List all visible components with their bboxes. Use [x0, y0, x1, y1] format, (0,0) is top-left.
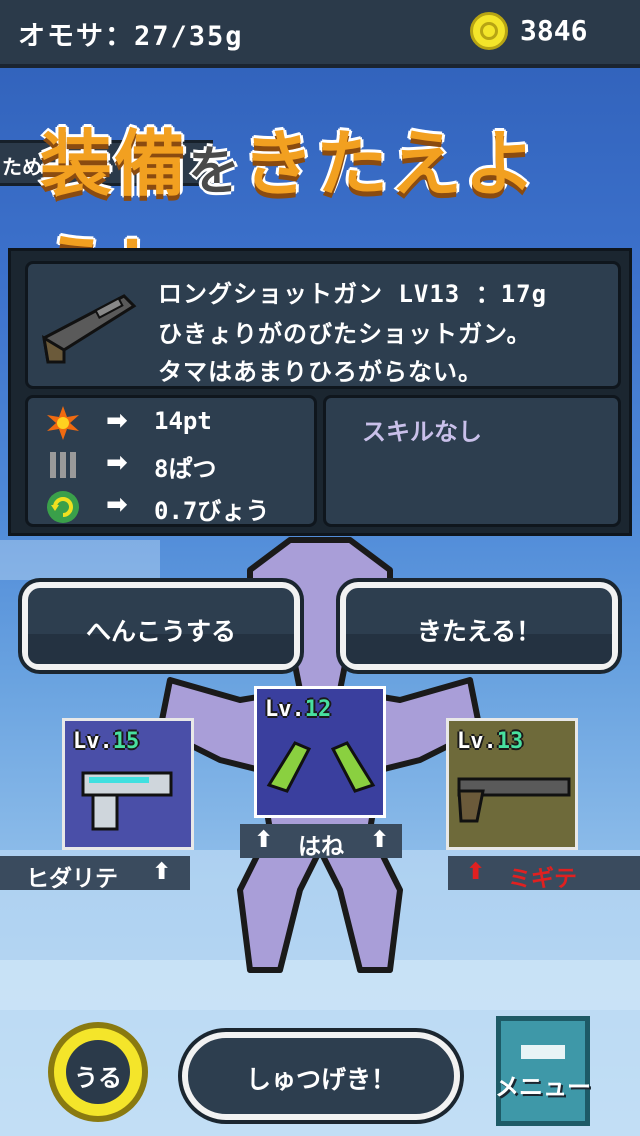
weapon-desc-1: ひきょりがのびたショットガン。: [158, 320, 532, 348]
stat-row-reload: ➡ 0.7びょう: [46, 488, 316, 526]
stats-box: ➡ 14pt ➡ 8ぱつ ➡ 0.7びょう: [25, 395, 317, 527]
slot-level: Lv.13: [457, 729, 523, 754]
slot-left-label: ヒダリテ ⬆: [0, 856, 190, 892]
shotgun-icon: [41, 294, 137, 364]
shotgun-icon: [457, 777, 571, 823]
weapon-name: ロングショットガン LV13 ：17g: [158, 280, 548, 308]
skill-box: スキルなし: [323, 395, 621, 527]
stat-row-power: ➡ 14pt: [46, 404, 316, 442]
level-number: 12: [304, 697, 332, 722]
title-part1: 装備: [38, 121, 189, 208]
explosion-icon: [47, 406, 79, 440]
slot-center-name: はね: [298, 834, 344, 860]
skill-text: スキルなし: [362, 418, 482, 446]
menu-button[interactable]: メニュー: [495, 1016, 591, 1126]
stat-row-ammo: ➡ 8ぱつ: [46, 446, 316, 484]
level-number: 13: [496, 729, 524, 754]
weight-text: オモサ：27/35g: [18, 21, 244, 52]
slot-level: Lv.12: [265, 697, 331, 722]
slot-center-label: ⬆ はね ⬆: [240, 824, 402, 860]
arrow-up-icon: ⬆: [466, 859, 486, 885]
arrow-right-icon: ➡: [106, 448, 128, 478]
coin-icon: [470, 12, 508, 50]
weapon-description-box: ロングショットガン LV13 ：17g ひきょりがのびたショットガン。 タマはあ…: [25, 261, 621, 389]
pistol-icon: [81, 771, 173, 831]
menu-button-label: メニュー: [495, 1073, 591, 1101]
stat-reload: 0.7びょう: [154, 497, 270, 525]
slot-right-hand[interactable]: Lv.13: [446, 718, 578, 850]
level-prefix: Lv.: [73, 729, 113, 754]
sortie-button[interactable]: しゅつげき！: [182, 1032, 460, 1120]
slot-left-name: ヒダリテ: [26, 866, 118, 892]
arrow-right-icon: ➡: [106, 406, 128, 436]
weapon-desc-2: タマはあまりひろがらない。: [158, 358, 483, 386]
stat-power: 14pt: [154, 407, 212, 435]
level-prefix: Lv.: [265, 697, 305, 722]
status-bar: オモサ：27/35g 3846: [0, 0, 640, 68]
wings-icon: [266, 741, 376, 793]
weapon-info-panel: ロングショットガン LV13 ：17g ひきょりがのびたショットガン。 タマはあ…: [8, 248, 632, 536]
level-number: 15: [112, 729, 140, 754]
stat-ammo: 8ぱつ: [154, 455, 217, 483]
slot-level: Lv.15: [73, 729, 139, 754]
slot-wings[interactable]: Lv.12: [254, 686, 386, 818]
sell-button-label: うる: [74, 1064, 122, 1092]
cloud: [0, 540, 160, 580]
change-button-label: へんこうする: [85, 617, 236, 646]
arrow-up-icon: ⬆: [254, 827, 274, 853]
change-button[interactable]: へんこうする: [22, 582, 300, 670]
upgrade-button[interactable]: きたえる！: [340, 582, 618, 670]
menu-book-icon: [521, 1045, 565, 1059]
level-prefix: Lv.: [457, 729, 497, 754]
ammo-icon: [50, 452, 76, 478]
reload-icon: [47, 491, 79, 523]
page-title: 装備をきたえよう！: [38, 105, 620, 313]
sell-button[interactable]: うる: [48, 1022, 148, 1122]
slot-right-name: ミギテ: [508, 866, 577, 892]
slot-right-label: ⬆ ミギテ: [448, 856, 640, 892]
slot-left-hand[interactable]: Lv.15: [62, 718, 194, 850]
sortie-button-label: しゅつげき！: [245, 1065, 396, 1094]
arrow-up-icon: ⬆: [152, 859, 172, 885]
upgrade-button-label: きたえる！: [416, 617, 542, 646]
coin-count: 3846: [520, 14, 588, 47]
side-tab-label: ため: [2, 155, 42, 179]
arrow-right-icon: ➡: [106, 490, 128, 520]
title-part2: を: [188, 142, 243, 202]
arrow-up-icon: ⬆: [370, 827, 390, 853]
